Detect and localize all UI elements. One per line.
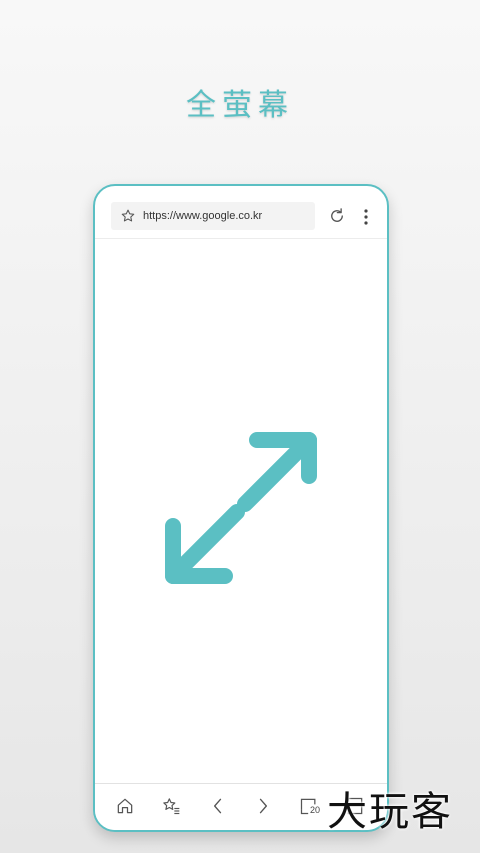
headline-title: 全萤幕 bbox=[186, 88, 294, 123]
back-icon[interactable] bbox=[208, 796, 228, 816]
toolbar-divider bbox=[95, 238, 387, 239]
fullscreen-expand-icon bbox=[165, 432, 317, 584]
watermark-text: 大玩客 bbox=[327, 789, 453, 835]
star-outline-icon[interactable] bbox=[120, 208, 136, 224]
home-icon[interactable] bbox=[115, 796, 135, 816]
forward-icon[interactable] bbox=[253, 796, 273, 816]
tabs-button[interactable]: 20 bbox=[299, 796, 323, 816]
reload-icon[interactable] bbox=[328, 207, 346, 225]
kebab-menu-icon[interactable] bbox=[363, 208, 369, 226]
bookmarks-icon[interactable] bbox=[161, 796, 181, 816]
phone-frame: https://www.google.co.kr 20 bbox=[93, 184, 389, 832]
address-bar[interactable]: https://www.google.co.kr bbox=[111, 202, 315, 230]
url-text[interactable]: https://www.google.co.kr bbox=[143, 210, 262, 222]
tab-count: 20 bbox=[310, 805, 321, 815]
